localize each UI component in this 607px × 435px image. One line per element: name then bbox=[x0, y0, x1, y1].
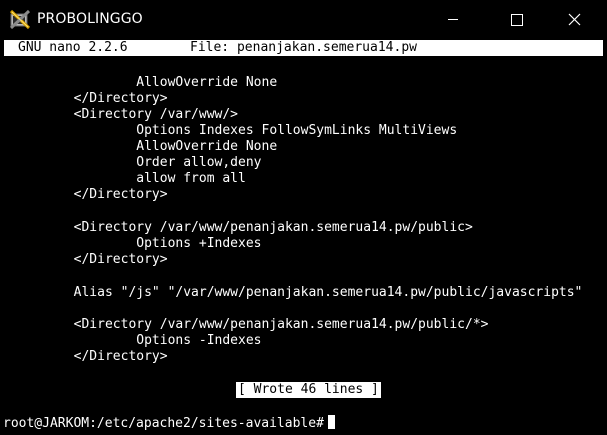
shell-prompt: root@JARKOM:/etc/apache2/sites-available… bbox=[3, 416, 324, 431]
shell-prompt-line[interactable]: root@JARKOM:/etc/apache2/sites-available… bbox=[3, 415, 335, 431]
editor-line: allow from all bbox=[58, 171, 246, 186]
putty-icon[interactable] bbox=[9, 9, 31, 30]
nano-file-name: File: penanjakan.semerua14.pw bbox=[190, 40, 417, 55]
text-cursor bbox=[327, 415, 335, 429]
window-title: PROBOLINGGO bbox=[37, 11, 143, 27]
minimize-button[interactable] bbox=[430, 0, 476, 39]
editor-line: Options -Indexes bbox=[58, 333, 262, 348]
editor-line: Options +Indexes bbox=[58, 236, 262, 251]
editor-line: <Directory /var/www/penanjakan.semerua14… bbox=[58, 317, 489, 332]
editor-line: Order allow,deny bbox=[58, 155, 262, 170]
editor-line: <Directory /var/www/penanjakan.semerua14… bbox=[58, 220, 473, 235]
editor-line: <Directory /var/www/> bbox=[58, 107, 239, 122]
nano-header-bar: GNU nano 2.2.6 File: penanjakan.semerua1… bbox=[4, 40, 603, 56]
minimize-icon bbox=[448, 19, 458, 20]
editor-line: AllowOverride None bbox=[58, 75, 278, 90]
close-button[interactable] bbox=[550, 0, 596, 39]
editor-line: </Directory> bbox=[58, 349, 168, 364]
nano-version: GNU nano 2.2.6 bbox=[18, 40, 128, 55]
maximize-icon bbox=[511, 14, 523, 26]
editor-line: </Directory> bbox=[58, 187, 168, 202]
editor-line: Options Indexes FollowSymLinks MultiView… bbox=[58, 123, 458, 138]
close-icon bbox=[568, 13, 581, 26]
nano-status-message: [ Wrote 46 lines ] bbox=[236, 382, 381, 398]
editor-line: AllowOverride None bbox=[58, 139, 278, 154]
maximize-button[interactable] bbox=[493, 0, 539, 39]
window-titlebar[interactable]: PROBOLINGGO bbox=[0, 0, 607, 39]
terminal-screen[interactable]: GNU nano 2.2.6 File: penanjakan.semerua1… bbox=[0, 39, 607, 435]
editor-line: </Directory> bbox=[58, 91, 168, 106]
editor-line: </Directory> bbox=[58, 252, 168, 267]
editor-line: Alias "/js" "/var/www/penanjakan.semerua… bbox=[58, 285, 583, 300]
